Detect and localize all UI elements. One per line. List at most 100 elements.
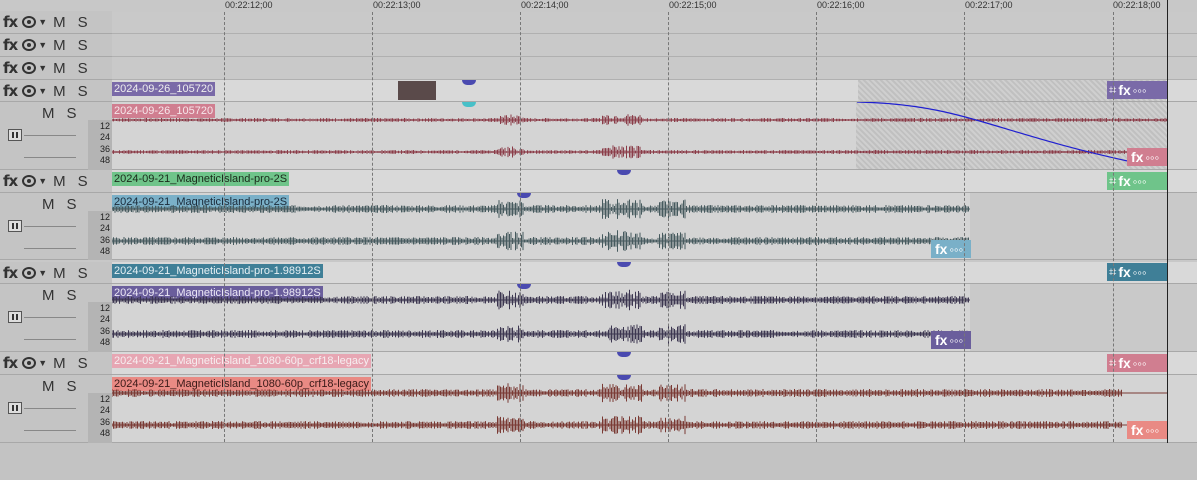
fx-icon[interactable]: fx [1131,422,1143,438]
eye-icon[interactable] [22,267,37,279]
clip-end-controls[interactable]: ⌗ fx ◦◦◦ [1107,263,1167,281]
track-header-2[interactable]: fx ▼ M S [0,34,112,57]
marker[interactable] [617,262,631,267]
track-header-5-audio[interactable]: MS 12 24 36 48 [0,193,112,260]
clip-end-controls[interactable]: fx ◦◦◦ [931,331,971,349]
fx-icon[interactable]: fx [3,354,18,372]
video-clip-track-7[interactable]: 2024-09-21_MagneticIsland_1080-60p_crf18… [112,352,1197,375]
volume-fader[interactable] [8,220,22,232]
solo-button[interactable]: S [78,173,88,190]
solo-button[interactable]: S [67,196,77,213]
eye-icon[interactable] [22,357,37,369]
video-clip-track-6[interactable]: 2024-09-21_MagneticIsland-pro-1.98912S [112,262,1197,284]
solo-button[interactable]: S [78,355,88,372]
marker[interactable] [617,170,631,175]
track-header-5-video[interactable]: fx ▼ M S [0,170,112,193]
track-header-4-video[interactable]: fx ▼ M S [0,80,112,102]
dropdown-icon[interactable]: ▼ [38,176,47,186]
more-icon[interactable]: ◦◦◦ [1133,356,1147,371]
clip-end-controls[interactable]: fx ◦◦◦ [1127,148,1167,166]
clip-end-controls[interactable]: fx ◦◦◦ [931,240,971,258]
mute-button[interactable]: M [42,287,55,304]
dropdown-icon[interactable]: ▼ [38,268,47,278]
volume-fader[interactable] [8,402,22,414]
mute-button[interactable]: M [53,355,66,372]
eye-icon[interactable] [22,39,37,51]
audio-clip-track-4[interactable]: 2024-09-26_105720 [112,102,1197,170]
volume-fader[interactable] [8,311,22,323]
fx-icon[interactable]: fx [3,59,18,77]
solo-button[interactable]: S [78,60,88,77]
track-header-7-video[interactable]: fx ▼ M S [0,352,112,375]
marker[interactable] [462,80,476,85]
track-header-6-video[interactable]: fx ▼ M S [0,262,112,284]
video-clip-track-5[interactable]: 2024-09-21_MagneticIsland-pro-2S [112,170,1197,193]
more-icon[interactable]: ◦◦◦ [1133,174,1147,189]
dropdown-icon[interactable]: ▼ [38,86,47,96]
solo-button[interactable]: S [78,37,88,54]
more-icon[interactable]: ◦◦◦ [1133,265,1147,280]
eye-icon[interactable] [22,175,37,187]
clip-end-controls[interactable]: fx ◦◦◦ [1127,421,1167,439]
fx-icon[interactable]: fx [935,332,947,348]
clip-end-controls[interactable]: ⌗ fx ◦◦◦ [1107,81,1167,99]
volume-fader[interactable] [8,129,22,141]
fx-icon[interactable]: fx [3,36,18,54]
solo-button[interactable]: S [67,378,77,395]
audio-clip-track-6[interactable]: 2024-09-21_MagneticIsland-pro-1.98912S [112,284,1197,352]
mute-button[interactable]: M [53,37,66,54]
more-icon[interactable]: ◦◦◦ [1145,423,1159,438]
solo-button[interactable]: S [78,265,88,282]
mute-button[interactable]: M [53,265,66,282]
video-clip-track-4[interactable]: 2024-09-26_105720 [112,80,1197,102]
fx-icon[interactable]: fx [3,264,18,282]
fx-icon[interactable]: fx [3,13,18,31]
more-icon[interactable]: ◦◦◦ [949,333,963,348]
fx-icon[interactable]: fx [935,241,947,257]
track-header-1[interactable]: fx ▼ M S [0,11,112,34]
dropdown-icon[interactable]: ▼ [38,63,47,73]
track-lane-1[interactable] [112,12,1197,34]
mute-button[interactable]: M [53,173,66,190]
track-lane-2[interactable] [112,34,1197,57]
track-header-4-audio[interactable]: MS 12 24 36 48 [0,102,112,170]
fx-icon[interactable]: fx [1118,355,1130,371]
eye-icon[interactable] [22,85,37,97]
mute-button[interactable]: M [42,105,55,122]
solo-button[interactable]: S [67,287,77,304]
mute-button[interactable]: M [42,378,55,395]
fx-icon[interactable]: fx [1131,149,1143,165]
fx-icon[interactable]: fx [1118,173,1130,189]
dropdown-icon[interactable]: ▼ [38,40,47,50]
marker[interactable] [617,352,631,357]
track-header-7-audio[interactable]: MS 12 24 36 48 [0,375,112,443]
grid-line [668,12,669,442]
track-header-3[interactable]: fx ▼ M S [0,57,112,80]
track-header-6-audio[interactable]: MS 12 24 36 48 [0,284,112,352]
audio-clip-track-7[interactable]: 2024-09-21_MagneticIsland_1080-60p_crf18… [112,375,1197,443]
mute-button[interactable]: M [53,60,66,77]
mute-button[interactable]: M [53,83,66,100]
fx-icon[interactable]: fx [3,82,18,100]
audio-clip-track-5[interactable]: 2024-09-21_MagneticIsland-pro-2S [112,193,1197,260]
fx-icon[interactable]: fx [1118,264,1130,280]
fx-icon[interactable]: fx [3,172,18,190]
more-icon[interactable]: ◦◦◦ [1145,150,1159,165]
playhead-cursor[interactable] [1167,0,1168,480]
mute-button[interactable]: M [53,14,66,31]
dropdown-icon[interactable]: ▼ [38,17,47,27]
more-icon[interactable]: ◦◦◦ [949,242,963,257]
fx-icon[interactable]: fx [1118,82,1130,98]
solo-button[interactable]: S [78,83,88,100]
solo-button[interactable]: S [67,105,77,122]
mute-button[interactable]: M [42,196,55,213]
eye-icon[interactable] [22,16,37,28]
empty-timeline-area[interactable] [0,443,1197,480]
clip-end-controls[interactable]: ⌗ fx ◦◦◦ [1107,172,1167,190]
more-icon[interactable]: ◦◦◦ [1133,83,1147,98]
solo-button[interactable]: S [78,14,88,31]
eye-icon[interactable] [22,62,37,74]
dropdown-icon[interactable]: ▼ [38,358,47,368]
track-lane-3[interactable] [112,57,1197,80]
clip-end-controls[interactable]: ⌗ fx ◦◦◦ [1107,354,1167,372]
